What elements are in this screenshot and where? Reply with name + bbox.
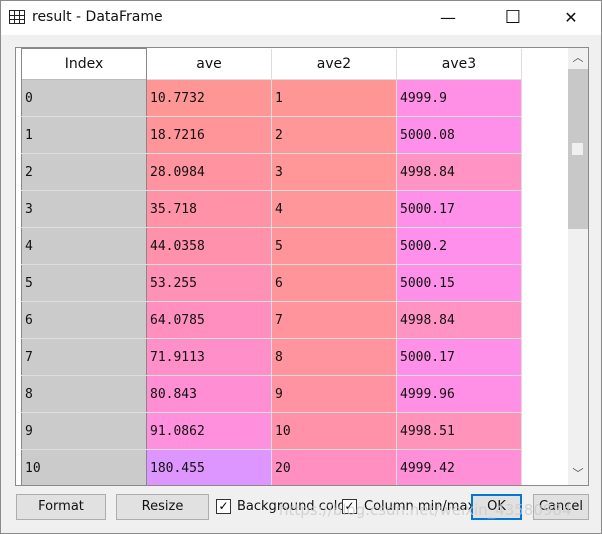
ave-cell[interactable]: 35.718	[146, 190, 272, 228]
ave-cell[interactable]: 53.255	[146, 264, 272, 302]
ave-cell[interactable]: 180.455	[146, 449, 272, 485]
ave-cell[interactable]: 80.843	[146, 375, 272, 413]
dataframe-window: result - DataFrame — ☐ ✕ Index ave ave2 …	[0, 0, 602, 534]
ave2-cell[interactable]: 5	[271, 227, 397, 265]
dataframe-table: Index ave ave2 ave3 0 10.7732 1 4999.9 1 18.7…	[21, 48, 522, 485]
ave2-cell[interactable]: 8	[271, 338, 397, 376]
table-row: 9 91.0862 10 4998.51	[21, 412, 522, 450]
index-cell[interactable]: 5	[21, 264, 147, 302]
ave3-cell[interactable]: 5000.08	[396, 116, 522, 154]
table-row: 6 64.0785 7 4998.84	[21, 301, 522, 339]
table-row: 0 10.7732 1 4999.9	[21, 79, 522, 117]
scrollbar-thumb[interactable]	[568, 69, 588, 229]
index-cell[interactable]: 1	[21, 116, 147, 154]
table-row: 2 28.0984 3 4998.84	[21, 153, 522, 191]
table-row: 7 71.9113 8 5000.17	[21, 338, 522, 376]
format-button[interactable]: Format	[16, 494, 106, 520]
resize-button[interactable]: Resize	[116, 494, 209, 520]
ave-cell[interactable]: 44.0358	[146, 227, 272, 265]
header-ave2[interactable]: ave2	[271, 48, 397, 80]
ok-button[interactable]: OK	[471, 494, 522, 520]
index-cell[interactable]: 10	[21, 449, 147, 485]
ave2-cell[interactable]: 10	[271, 412, 397, 450]
ave-cell[interactable]: 28.0984	[146, 153, 272, 191]
index-cell[interactable]: 2	[21, 153, 147, 191]
index-cell[interactable]: 4	[21, 227, 147, 265]
close-button[interactable]: ✕	[548, 1, 594, 35]
scrollbar-grip	[572, 143, 583, 155]
ave2-cell[interactable]: 20	[271, 449, 397, 485]
ave3-cell[interactable]: 5000.15	[396, 264, 522, 302]
table-row: 3 35.718 4 5000.17	[21, 190, 522, 228]
ave2-cell[interactable]: 4	[271, 190, 397, 228]
column-minmax-checkbox[interactable]: ✓	[342, 499, 357, 514]
ave3-cell[interactable]: 5000.17	[396, 190, 522, 228]
background-color-checkbox[interactable]: ✓	[216, 499, 231, 514]
index-cell[interactable]: 7	[21, 338, 147, 376]
vertical-scrollbar[interactable]: ︿ ﹀	[568, 48, 588, 485]
window-title: result - DataFrame	[32, 9, 163, 25]
table-row: 4 44.0358 5 5000.2	[21, 227, 522, 265]
index-cell[interactable]: 0	[21, 79, 147, 117]
ave3-cell[interactable]: 5000.17	[396, 338, 522, 376]
ave2-cell[interactable]: 2	[271, 116, 397, 154]
maximize-button[interactable]: ☐	[490, 1, 536, 35]
ave-cell[interactable]: 71.9113	[146, 338, 272, 376]
index-cell[interactable]: 6	[21, 301, 147, 339]
ave3-cell[interactable]: 5000.2	[396, 227, 522, 265]
ave-cell[interactable]: 10.7732	[146, 79, 272, 117]
ave3-cell[interactable]: 4998.84	[396, 153, 522, 191]
ave2-cell[interactable]: 7	[271, 301, 397, 339]
ave3-cell[interactable]: 4999.42	[396, 449, 522, 485]
ave2-cell[interactable]: 3	[271, 153, 397, 191]
ave2-cell[interactable]: 6	[271, 264, 397, 302]
header-index[interactable]: Index	[21, 48, 147, 80]
table-row: 1 18.7216 2 5000.08	[21, 116, 522, 154]
header-ave3[interactable]: ave3	[396, 48, 522, 80]
ave2-cell[interactable]: 9	[271, 375, 397, 413]
ave3-cell[interactable]: 4998.51	[396, 412, 522, 450]
background-color-label[interactable]: Background color	[237, 499, 351, 514]
title-bar: result - DataFrame — ☐ ✕	[1, 1, 601, 35]
ave-cell[interactable]: 91.0862	[146, 412, 272, 450]
index-cell[interactable]: 3	[21, 190, 147, 228]
header-ave[interactable]: ave	[146, 48, 272, 80]
table-row: 8 80.843 9 4999.96	[21, 375, 522, 413]
table-row: 5 53.255 6 5000.15	[21, 264, 522, 302]
minimize-button[interactable]: —	[425, 1, 471, 35]
scroll-up-icon[interactable]: ︿	[568, 48, 588, 68]
column-minmax-label[interactable]: Column min/max	[364, 499, 475, 514]
index-cell[interactable]: 9	[21, 412, 147, 450]
index-cell[interactable]: 8	[21, 375, 147, 413]
scroll-down-icon[interactable]: ﹀	[568, 464, 588, 484]
ave3-cell[interactable]: 4999.96	[396, 375, 522, 413]
ave3-cell[interactable]: 4998.84	[396, 301, 522, 339]
ave3-cell[interactable]: 4999.9	[396, 79, 522, 117]
cancel-button[interactable]: Cancel	[533, 494, 589, 520]
table-icon	[9, 10, 25, 24]
ave-cell[interactable]: 64.0785	[146, 301, 272, 339]
dataframe-table-frame: Index ave ave2 ave3 0 10.7732 1 4999.9 1 18.7…	[15, 47, 589, 486]
ave-cell[interactable]: 18.7216	[146, 116, 272, 154]
table-row: 10 180.455 20 4999.42	[21, 449, 522, 485]
ave2-cell[interactable]: 1	[271, 79, 397, 117]
